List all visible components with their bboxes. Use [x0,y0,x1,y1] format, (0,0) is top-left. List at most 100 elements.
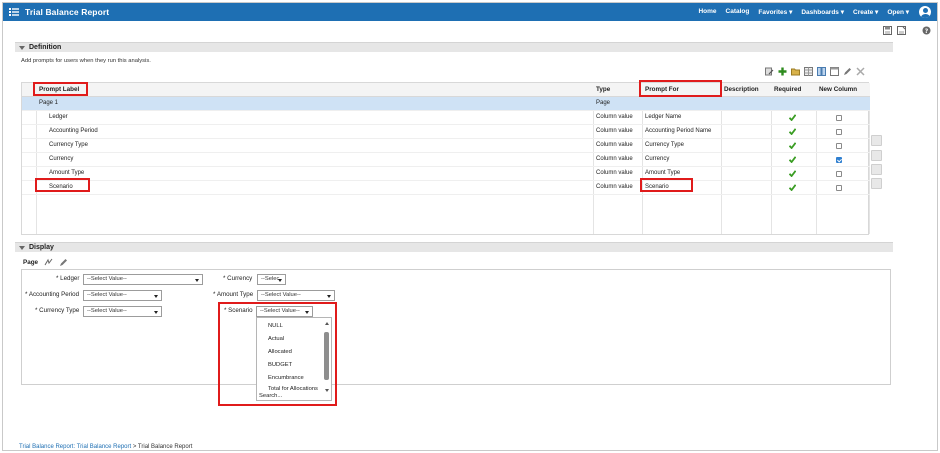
nav-catalog[interactable]: Catalog [726,8,750,16]
ledger-select[interactable]: --Select Value-- [83,274,203,285]
move-top-button[interactable] [871,164,882,175]
new-column-checkbox[interactable] [836,157,842,163]
folder-icon[interactable] [791,67,800,76]
ledger-label: * Ledger [56,275,80,282]
breadcrumb-link[interactable]: Trial Balance Report: Trial Balance Repo… [19,444,131,450]
row-type: Column value [596,184,633,190]
collapse-triangle-icon[interactable] [19,46,25,50]
highlight-prompt-for [639,80,722,97]
new-column-checkbox[interactable] [836,171,842,177]
move-down-button[interactable] [871,150,882,161]
display-header[interactable]: Display [15,242,893,252]
amount-type-label: * Amount Type [213,291,254,298]
row-prompt-for: Currency Type [645,142,684,148]
required-check-icon [789,156,796,163]
new-column-checkbox[interactable] [836,115,842,121]
table-row[interactable]: Currency Type Column value Currency Type [22,139,870,153]
row-type: Column value [596,114,633,120]
currency-label: * Currency [223,275,253,282]
col-type[interactable]: Type [596,86,610,93]
add-prompt-icon[interactable] [778,67,787,76]
currency-type-select[interactable]: --Select Value-- [83,306,162,317]
required-check-icon [789,184,796,191]
page-row-label: Page 1 [39,100,59,106]
new-column-checkbox[interactable] [836,129,842,135]
user-avatar-icon[interactable] [919,6,931,18]
page-row-type: Page [596,100,611,106]
prompt-table-toolbar [765,67,865,76]
row-type: Column value [596,170,633,176]
prompt-table-header: Prompt Label Type Prompt For Description… [22,83,870,97]
highlight-scenario-label [35,178,90,192]
new-column-checkbox[interactable] [836,143,842,149]
row-type: Column value [596,142,633,148]
top-bar: Trial Balance Report Home Catalog Favori… [3,3,937,21]
top-navigation: Home Catalog Favorites ▾ Dashboards ▾ Cr… [698,8,909,16]
row-prompt-for: Amount Type [645,170,681,176]
required-check-icon [789,114,796,121]
row-label: Accounting Period [49,128,98,134]
pencil-icon[interactable] [843,67,852,76]
move-bottom-button[interactable] [871,178,882,189]
row-prompt-for: Currency [645,156,670,162]
col-new-column[interactable]: New Column [819,86,857,93]
table-row[interactable]: Currency Column value Currency [22,153,870,167]
accounting-period-select[interactable]: --Select Value-- [83,290,162,301]
table-row-page[interactable]: Page 1 Page [22,97,870,111]
table-row[interactable]: Scenario Column value Scenario [22,181,870,195]
columns-icon[interactable] [817,67,826,76]
definition-header[interactable]: Definition [15,42,893,52]
prompt-table: Prompt Label Type Prompt For Description… [21,82,870,235]
svg-text:?: ? [925,28,929,35]
breadcrumb-current: Trial Balance Report [137,444,193,450]
amount-type-select[interactable]: --Select Value-- [257,290,335,301]
col-required[interactable]: Required [774,86,801,93]
highlight-scenario-prompt-for [640,178,693,192]
new-column-checkbox[interactable] [836,185,842,191]
breadcrumb: Trial Balance Report: Trial Balance Repo… [19,444,192,450]
table-row[interactable]: Accounting Period Column value Accountin… [22,125,870,139]
edit-properties-icon[interactable] [765,67,774,76]
nav-home[interactable]: Home [698,8,716,16]
display-title: Display [29,244,54,251]
delete-x-icon[interactable] [856,67,865,76]
table-row[interactable]: Amount Type Column value Amount Type [22,167,870,181]
table-row[interactable]: Ledger Column value Ledger Name [22,111,870,125]
grid-icon[interactable] [804,67,813,76]
currency-select[interactable]: --Selec [257,274,286,285]
app-title: Trial Balance Report [25,7,110,17]
required-check-icon [789,128,796,135]
display-tabs: Page [23,258,68,267]
nav-dashboards[interactable]: Dashboards ▾ [801,8,844,16]
nav-favorites[interactable]: Favorites ▾ [758,8,792,16]
display-preview [21,269,891,385]
accounting-period-label: * Accounting Period [25,291,80,298]
currency-type-label: * Currency Type [35,307,80,314]
required-check-icon [789,142,796,149]
highlight-prompt-label [33,82,88,96]
highlight-scenario-dropdown [218,302,337,406]
definition-title: Definition [29,44,62,51]
menu-list-icon[interactable] [9,7,19,17]
col-description[interactable]: Description [724,86,759,93]
page-toolbar: ? [883,26,931,35]
layout-icon[interactable] [44,258,53,267]
row-type: Column value [596,128,633,134]
collapse-triangle-icon[interactable] [19,246,25,250]
save-icon[interactable] [883,26,892,35]
help-icon[interactable]: ? [922,26,931,35]
breadcrumb-separator: > [132,444,137,450]
move-up-button[interactable] [871,135,882,146]
pencil-icon[interactable] [59,258,68,267]
nav-open[interactable]: Open ▾ [887,8,909,16]
row-prompt-for: Accounting Period Name [645,128,712,134]
row-label: Ledger [49,114,68,120]
tab-page[interactable]: Page [23,259,38,266]
app-window: Trial Balance Report Home Catalog Favori… [2,2,938,451]
required-check-icon [789,170,796,177]
row-type: Column value [596,156,633,162]
table-icon[interactable] [830,67,839,76]
save-as-icon[interactable] [897,26,906,35]
nav-create[interactable]: Create ▾ [853,8,878,16]
row-label: Currency Type [49,142,88,148]
